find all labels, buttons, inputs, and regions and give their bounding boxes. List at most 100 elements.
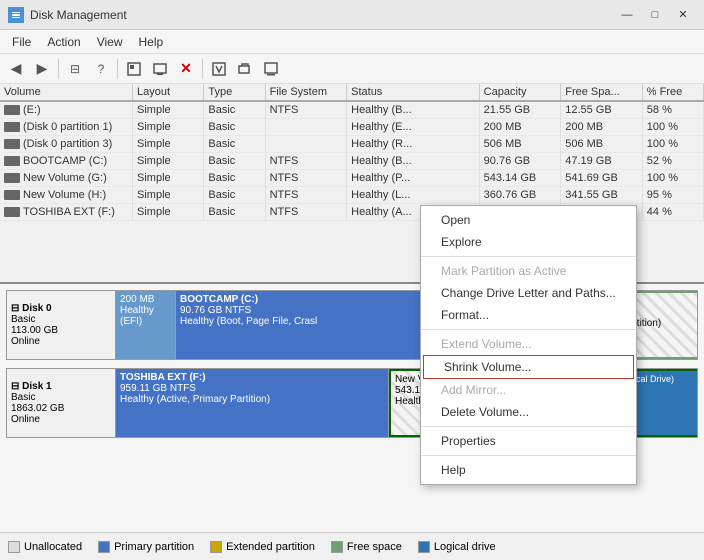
legend-label-free: Free space bbox=[347, 541, 402, 553]
disk-0-label: ⊟ Disk 0 bbox=[11, 303, 111, 314]
disk-1-label: ⊟ Disk 1 bbox=[11, 381, 111, 392]
ctx-item-delete-volume[interactable]: Delete Volume... bbox=[421, 401, 636, 423]
cell-free: 200 MB bbox=[561, 119, 643, 136]
table-row[interactable]: (E:) Simple Basic NTFS Healthy (B... 21.… bbox=[0, 101, 704, 119]
menu-bar: File Action View Help bbox=[0, 30, 704, 54]
table-row[interactable]: (Disk 0 partition 1) Simple Basic Health… bbox=[0, 119, 704, 136]
col-header-volume[interactable]: Volume bbox=[0, 84, 133, 101]
delete-button[interactable]: ✕ bbox=[174, 57, 198, 81]
minimize-button[interactable]: — bbox=[614, 5, 640, 25]
legend-swatch-free bbox=[331, 541, 343, 553]
table-row[interactable]: BOOTCAMP (C:) Simple Basic NTFS Healthy … bbox=[0, 153, 704, 170]
cell-pct: 58 % bbox=[642, 101, 703, 119]
col-header-status[interactable]: Status bbox=[347, 84, 480, 101]
col-header-type[interactable]: Type bbox=[204, 84, 265, 101]
toolbar-btn-4[interactable] bbox=[148, 57, 172, 81]
disk-0-status: Online bbox=[11, 336, 111, 347]
col-header-fs[interactable]: File System bbox=[265, 84, 347, 101]
ctx-item-mark-partition-as-active: Mark Partition as Active bbox=[421, 260, 636, 282]
cell-volume: (Disk 0 partition 1) bbox=[0, 119, 133, 136]
cell-pct: 100 % bbox=[642, 136, 703, 153]
ctx-item-explore[interactable]: Explore bbox=[421, 231, 636, 253]
ctx-separator bbox=[421, 455, 636, 456]
table-row[interactable]: (Disk 0 partition 3) Simple Basic Health… bbox=[0, 136, 704, 153]
cell-fs: NTFS bbox=[265, 187, 347, 204]
cell-volume: BOOTCAMP (C:) bbox=[0, 153, 133, 170]
cell-type: Basic bbox=[204, 119, 265, 136]
cell-layout: Simple bbox=[133, 101, 204, 119]
cell-capacity: 21.55 GB bbox=[479, 101, 561, 119]
ctx-item-help[interactable]: Help bbox=[421, 459, 636, 481]
cell-free: 541.69 GB bbox=[561, 170, 643, 187]
maximize-button[interactable]: □ bbox=[642, 5, 668, 25]
cell-type: Basic bbox=[204, 204, 265, 221]
disk-1-toshiba-size: 959.11 GB NTFS bbox=[120, 383, 384, 394]
legend: Unallocated Primary partition Extended p… bbox=[0, 532, 704, 560]
disk-1-type: Basic bbox=[11, 392, 111, 403]
col-header-capacity[interactable]: Capacity bbox=[479, 84, 561, 101]
cell-free: 341.55 GB bbox=[561, 187, 643, 204]
cell-status: Healthy (R... bbox=[347, 136, 480, 153]
cell-status: Healthy (E... bbox=[347, 119, 480, 136]
legend-swatch-primary bbox=[98, 541, 110, 553]
ctx-separator bbox=[421, 426, 636, 427]
cell-type: Basic bbox=[204, 187, 265, 204]
legend-logical: Logical drive bbox=[418, 541, 496, 553]
window-controls: — □ ✕ bbox=[614, 5, 696, 25]
toolbar-btn-7[interactable] bbox=[259, 57, 283, 81]
cell-layout: Simple bbox=[133, 153, 204, 170]
toolbar-btn-5[interactable] bbox=[207, 57, 231, 81]
legend-swatch-extended bbox=[210, 541, 222, 553]
menu-view[interactable]: View bbox=[89, 33, 131, 51]
legend-label-extended: Extended partition bbox=[226, 541, 315, 553]
ctx-item-properties[interactable]: Properties bbox=[421, 430, 636, 452]
cell-volume: (E:) bbox=[0, 101, 133, 119]
ctx-item-extend-volume: Extend Volume... bbox=[421, 333, 636, 355]
ctx-item-open[interactable]: Open bbox=[421, 209, 636, 231]
toolbar-sep-3 bbox=[202, 59, 203, 79]
close-button[interactable]: ✕ bbox=[670, 5, 696, 25]
legend-label-unalloc: Unallocated bbox=[24, 541, 82, 553]
legend-extended: Extended partition bbox=[210, 541, 315, 553]
cell-volume: (Disk 0 partition 3) bbox=[0, 136, 133, 153]
menu-file[interactable]: File bbox=[4, 33, 39, 51]
cell-pct: 100 % bbox=[642, 119, 703, 136]
toolbar-btn-2[interactable]: ? bbox=[89, 57, 113, 81]
cell-capacity: 90.76 GB bbox=[479, 153, 561, 170]
ctx-item-format[interactable]: Format... bbox=[421, 304, 636, 326]
volume-table: Volume Layout Type File System Status Ca… bbox=[0, 84, 704, 221]
cell-status: Healthy (P... bbox=[347, 170, 480, 187]
cell-capacity: 506 MB bbox=[479, 136, 561, 153]
cell-status: Healthy (L... bbox=[347, 187, 480, 204]
disk-1-toshiba-status: Healthy (Active, Primary Partition) bbox=[120, 394, 384, 405]
disk-1-size: 1863.02 GB bbox=[11, 403, 111, 414]
cell-fs: NTFS bbox=[265, 204, 347, 221]
cell-type: Basic bbox=[204, 136, 265, 153]
toolbar-btn-1[interactable]: ⊟ bbox=[63, 57, 87, 81]
col-header-pct[interactable]: % Free bbox=[642, 84, 703, 101]
app-icon bbox=[8, 7, 24, 23]
disk-0-type: Basic bbox=[11, 314, 111, 325]
col-header-free[interactable]: Free Spa... bbox=[561, 84, 643, 101]
ctx-separator bbox=[421, 256, 636, 257]
cell-pct: 44 % bbox=[642, 204, 703, 221]
toolbar-btn-6[interactable] bbox=[233, 57, 257, 81]
back-button[interactable]: ◀ bbox=[4, 57, 28, 81]
legend-label-logical: Logical drive bbox=[434, 541, 496, 553]
table-row[interactable]: New Volume (H:) Simple Basic NTFS Health… bbox=[0, 187, 704, 204]
toolbar-btn-3[interactable] bbox=[122, 57, 146, 81]
ctx-item-change-drive-letter-and-paths[interactable]: Change Drive Letter and Paths... bbox=[421, 282, 636, 304]
menu-help[interactable]: Help bbox=[131, 33, 172, 51]
table-row[interactable]: New Volume (G:) Simple Basic NTFS Health… bbox=[0, 170, 704, 187]
disk-0-efi[interactable]: 200 MB Healthy (EFI) bbox=[116, 291, 176, 359]
menu-action[interactable]: Action bbox=[39, 33, 88, 51]
forward-button[interactable]: ▶ bbox=[30, 57, 54, 81]
disk-0-efi-status: Healthy (EFI) bbox=[120, 305, 171, 327]
cell-fs bbox=[265, 136, 347, 153]
cell-pct: 95 % bbox=[642, 187, 703, 204]
col-header-layout[interactable]: Layout bbox=[133, 84, 204, 101]
ctx-item-shrink-volume[interactable]: Shrink Volume... bbox=[423, 355, 634, 379]
disk-1-toshiba[interactable]: TOSHIBA EXT (F:) 959.11 GB NTFS Healthy … bbox=[116, 369, 389, 437]
title-bar-left: Disk Management bbox=[8, 7, 127, 23]
cell-free: 47.19 GB bbox=[561, 153, 643, 170]
